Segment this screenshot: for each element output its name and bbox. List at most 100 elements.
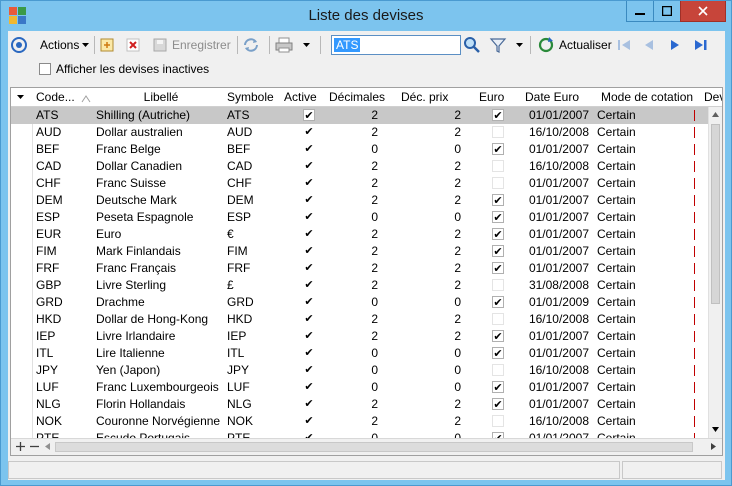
- header-date-euro[interactable]: Date Euro: [525, 90, 581, 105]
- expand-icon: [16, 442, 25, 451]
- delete-button[interactable]: [125, 35, 141, 55]
- euro-checkbox[interactable]: [492, 279, 504, 291]
- next-page-button[interactable]: [667, 35, 683, 55]
- header-euro[interactable]: Euro: [479, 90, 515, 105]
- active-checkbox[interactable]: ✔: [303, 177, 315, 189]
- euro-checkbox[interactable]: ✔: [492, 381, 504, 394]
- table-row[interactable]: GRD Drachme GRD 0 0 01/01/2009 Certain ✔ ✔: [11, 294, 708, 311]
- table-row[interactable]: EUR Euro €2 2 01/01/2007 Certain ✔ ✔: [11, 226, 708, 243]
- print-options-dropdown[interactable]: [302, 35, 311, 55]
- active-checkbox[interactable]: ✔: [303, 109, 315, 122]
- table-row[interactable]: NOK Couronne Norvégienne NOK 2 2 16/10/2008 Ce…: [11, 413, 708, 430]
- table-row[interactable]: LUF Franc Luxembourgeois LUF 0 0 01/01/2007 Ce…: [11, 379, 708, 396]
- euro-checkbox[interactable]: ✔: [492, 330, 504, 343]
- maximize-button[interactable]: [653, 1, 681, 22]
- table-row[interactable]: FRF Franc Français FRF 2 2 01/01/2007 Certain ✔…: [11, 260, 708, 277]
- euro-checkbox[interactable]: [492, 160, 504, 172]
- cell-code: NLG: [36, 397, 61, 411]
- actions-menu-button[interactable]: Actions: [40, 35, 90, 55]
- header-active[interactable]: Active: [284, 90, 328, 105]
- euro-checkbox[interactable]: ✔: [492, 245, 504, 258]
- table-row[interactable]: FIM Mark Finlandais FIM 2 2 01/01/2007 Certain…: [11, 243, 708, 260]
- previous-page-button[interactable]: [641, 35, 657, 55]
- sync-button[interactable]: [242, 35, 260, 55]
- euro-checkbox[interactable]: ✔: [492, 398, 504, 411]
- euro-checkbox[interactable]: ✔: [492, 262, 504, 275]
- euro-checkbox[interactable]: ✔: [492, 109, 504, 122]
- active-checkbox[interactable]: ✔: [303, 296, 315, 308]
- active-checkbox[interactable]: ✔: [303, 313, 315, 325]
- active-checkbox[interactable]: ✔: [303, 194, 315, 206]
- active-checkbox[interactable]: ✔: [303, 364, 315, 376]
- euro-checkbox[interactable]: [492, 177, 504, 189]
- vertical-scrollbar[interactable]: [708, 107, 722, 438]
- filter-options-dropdown[interactable]: [515, 35, 524, 55]
- active-checkbox[interactable]: ✔: [303, 279, 315, 291]
- table-row[interactable]: DEM Deutsche Mark DEM 2 2 01/01/2007 Certain ✔ ✔: [11, 192, 708, 209]
- euro-checkbox[interactable]: [492, 364, 504, 376]
- active-checkbox[interactable]: ✔: [303, 245, 315, 257]
- euro-checkbox[interactable]: ✔: [492, 194, 504, 207]
- active-checkbox[interactable]: ✔: [303, 330, 315, 342]
- cell-decimales: 2: [371, 329, 378, 343]
- cell-symbole: DEM: [227, 193, 254, 207]
- table-row[interactable]: HKD Dollar de Hong-Kong HKD 2 2 16/10/2008 Cer…: [11, 311, 708, 328]
- active-checkbox[interactable]: ✔: [303, 262, 315, 274]
- filter-button[interactable]: [489, 35, 507, 55]
- table-row[interactable]: CAD Dollar Canadien CAD 2 2 16/10/2008 Certain…: [11, 158, 708, 175]
- euro-checkbox[interactable]: [492, 313, 504, 325]
- header-mode-cotation[interactable]: Mode de cotation: [601, 90, 703, 105]
- table-row[interactable]: ATS Shilling (Autriche) ATS 2 2 01/01/2007 Cer…: [11, 107, 708, 124]
- title-bar[interactable]: Liste des devises: [1, 1, 731, 31]
- active-checkbox[interactable]: ✔: [303, 160, 315, 172]
- active-checkbox[interactable]: ✔: [303, 228, 315, 240]
- table-row[interactable]: ITL Lire Italienne ITL 0 0 01/01/2007 Certain ✔…: [11, 345, 708, 362]
- euro-checkbox[interactable]: [492, 126, 504, 138]
- table-row[interactable]: JPY Yen (Japon) JPY 0 0 16/10/2008 Certain ✔: [11, 362, 708, 379]
- active-checkbox[interactable]: ✔: [303, 398, 315, 410]
- first-page-button[interactable]: [616, 35, 632, 55]
- search-input[interactable]: ATS: [331, 35, 461, 55]
- vertical-scroll-thumb[interactable]: [711, 124, 720, 304]
- minimize-button[interactable]: [626, 1, 654, 22]
- show-inactive-checkbox[interactable]: [39, 63, 51, 75]
- table-row[interactable]: GBP Livre Sterling £2 2 31/08/2008 Certain ✔: [11, 277, 708, 294]
- table-row[interactable]: NLG Florin Hollandais NLG 2 2 01/01/2007 Certa…: [11, 396, 708, 413]
- print-button[interactable]: [275, 35, 293, 55]
- refresh-button[interactable]: Actualiser: [537, 35, 612, 55]
- settings-button[interactable]: [10, 35, 28, 55]
- new-button[interactable]: [99, 35, 115, 55]
- active-checkbox[interactable]: ✔: [303, 415, 315, 427]
- horizontal-scrollbar[interactable]: [11, 438, 722, 455]
- active-checkbox[interactable]: ✔: [303, 126, 315, 138]
- horizontal-scroll-thumb[interactable]: [55, 442, 693, 452]
- header-symbole[interactable]: Symbole: [227, 90, 283, 105]
- search-button[interactable]: [463, 35, 481, 55]
- active-checkbox[interactable]: ✔: [303, 143, 315, 155]
- header-decimales[interactable]: Décimales: [329, 90, 387, 105]
- euro-checkbox[interactable]: ✔: [492, 347, 504, 360]
- euro-checkbox[interactable]: [492, 415, 504, 427]
- active-checkbox[interactable]: ✔: [303, 381, 315, 393]
- euro-checkbox[interactable]: ✔: [492, 228, 504, 241]
- table-row[interactable]: ESP Peseta Espagnole ESP 0 0 01/01/2007 Certai…: [11, 209, 708, 226]
- header-libelle[interactable]: Libellé: [96, 90, 226, 105]
- table-row[interactable]: CHF Franc Suisse CHF 2 2 01/01/2007 Certain ✔: [11, 175, 708, 192]
- table-row[interactable]: BEF Franc Belge BEF 0 0 01/01/2007 Certain ✔ ✔: [11, 141, 708, 158]
- grid-header: Code... Libellé Symbole Active Décimales…: [11, 88, 722, 107]
- show-inactive-toggle[interactable]: Afficher les devises inactives: [39, 62, 209, 76]
- header-dec-prix[interactable]: Déc. prix: [401, 90, 461, 105]
- euro-checkbox[interactable]: ✔: [492, 211, 504, 224]
- active-checkbox[interactable]: ✔: [303, 211, 315, 223]
- last-page-button[interactable]: [693, 35, 709, 55]
- header-dev[interactable]: Dev: [704, 90, 722, 105]
- cell-decimales: 2: [371, 397, 378, 411]
- table-row[interactable]: AUD Dollar australien AUD 2 2 16/10/2008 Certa…: [11, 124, 708, 141]
- column-chooser-button[interactable]: [16, 90, 28, 105]
- euro-checkbox[interactable]: ✔: [492, 143, 504, 156]
- table-row[interactable]: IEP Livre Irlandaire IEP 2 2 01/01/2007 Certai…: [11, 328, 708, 345]
- euro-checkbox[interactable]: ✔: [492, 296, 504, 309]
- save-button[interactable]: Enregistrer: [152, 35, 231, 55]
- close-button[interactable]: [680, 1, 726, 22]
- active-checkbox[interactable]: ✔: [303, 347, 315, 359]
